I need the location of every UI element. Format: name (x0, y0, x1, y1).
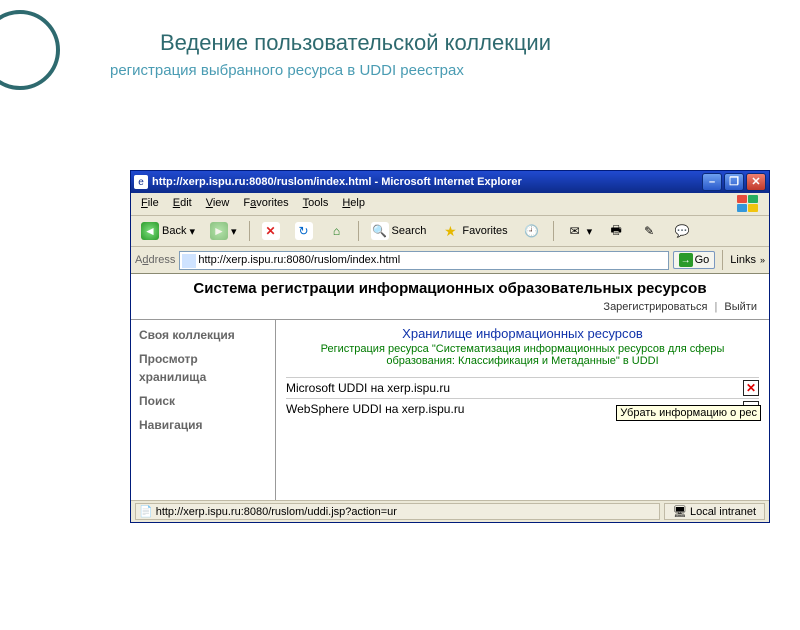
go-label: Go (695, 254, 710, 266)
discuss-button[interactable]: 💬 (667, 219, 697, 243)
toolbar: ◄ Back ▾ ► ▾ ✕ ↻ ⌂ 🔍 Search ★ Favorites … (131, 216, 769, 247)
minimize-button[interactable]: – (702, 173, 722, 191)
main-heading: Хранилище информационных ресурсов (286, 326, 759, 341)
sidebar-item-own-collection[interactable]: Своя коллекция (139, 326, 267, 344)
back-icon: ◄ (141, 222, 159, 240)
menu-favorites[interactable]: Favorites (237, 195, 294, 213)
maximize-button[interactable]: ❐ (724, 173, 744, 191)
home-button[interactable]: ⌂ (322, 219, 352, 243)
registration-text: Регистрация ресурса "Систематизация инфо… (286, 343, 759, 367)
stop-icon: ✕ (262, 222, 280, 240)
address-input[interactable] (179, 251, 668, 270)
search-label: Search (392, 225, 427, 237)
menu-file[interactable]: File (135, 195, 165, 213)
registry-list: Microsoft UDDI на xerp.ispu.ru ✕ WebSphe… (286, 377, 759, 419)
slide-decoration-circle (0, 10, 60, 90)
register-link[interactable]: Зарегистрироваться (603, 301, 707, 313)
menu-tools[interactable]: Tools (297, 195, 335, 213)
sidebar: Своя коллекция Просмотр хранилища Поиск … (131, 320, 276, 500)
go-icon: → (679, 253, 693, 267)
favorites-icon: ★ (441, 222, 459, 240)
favorites-button[interactable]: ★ Favorites (435, 219, 513, 243)
sidebar-item-search[interactable]: Поиск (139, 392, 267, 410)
auth-row: Зарегистрироваться | Выйти (131, 299, 769, 320)
page-icon: 📄 (139, 505, 153, 518)
sidebar-item-browse-storage[interactable]: Просмотр хранилища (139, 350, 267, 386)
back-button[interactable]: ◄ Back ▾ (135, 219, 201, 243)
dropdown-icon: ▾ (231, 225, 237, 238)
menu-view[interactable]: View (200, 195, 236, 213)
links-label[interactable]: Links (730, 254, 756, 266)
media-button[interactable]: 🕘 (517, 219, 547, 243)
dropdown-icon: ▾ (587, 225, 593, 238)
go-button[interactable]: → Go (673, 251, 716, 269)
page-content: Система регистрации информационных образ… (131, 274, 769, 500)
windows-logo-icon (737, 195, 765, 213)
links-chevron-icon[interactable]: » (760, 255, 765, 265)
back-label: Back (162, 225, 186, 237)
refresh-icon: ↻ (295, 222, 313, 240)
tooltip: Убрать информацию о рес (616, 405, 761, 421)
main-panel: Хранилище информационных ресурсов Регист… (276, 320, 769, 500)
sidebar-item-navigation[interactable]: Навигация (139, 416, 267, 434)
slide-subtitle: регистрация выбранного ресурса в UDDI ре… (110, 62, 800, 79)
status-bar: 📄 http://xerp.ispu.ru:8080/ruslom/uddi.j… (131, 500, 769, 522)
status-url: http://xerp.ispu.ru:8080/ruslom/uddi.jsp… (156, 506, 397, 518)
search-button[interactable]: 🔍 Search (365, 219, 433, 243)
menu-help[interactable]: Help (336, 195, 371, 213)
zone-icon: 🖥 (673, 505, 687, 518)
logout-link[interactable]: Выйти (724, 301, 757, 313)
edit-button[interactable]: ✎ (634, 219, 664, 243)
refresh-button[interactable]: ↻ (289, 219, 319, 243)
close-button[interactable]: ✕ (746, 173, 766, 191)
home-icon: ⌂ (328, 222, 346, 240)
stop-button[interactable]: ✕ (256, 219, 286, 243)
ie-icon: e (134, 175, 148, 189)
remove-registry-button[interactable]: ✕ (743, 380, 759, 396)
menu-edit[interactable]: Edit (167, 195, 198, 213)
registry-row: Microsoft UDDI на xerp.ispu.ru ✕ (286, 377, 759, 398)
menu-bar: File Edit View Favorites Tools Help (131, 193, 769, 216)
slide-title: Ведение пользовательской коллекции (160, 30, 800, 56)
dropdown-icon: ▾ (189, 225, 195, 238)
print-button[interactable]: 🖶 (601, 219, 631, 243)
browser-window: e http://xerp.ispu.ru:8080/ruslom/index.… (130, 170, 770, 523)
discuss-icon: 💬 (673, 222, 691, 240)
address-label: Address (135, 254, 175, 266)
print-icon: 🖶 (607, 222, 625, 240)
media-icon: 🕘 (523, 222, 541, 240)
registry-label: Microsoft UDDI на xerp.ispu.ru (286, 381, 739, 395)
edit-icon: ✎ (640, 222, 658, 240)
mail-button[interactable]: ✉▾ (560, 219, 599, 243)
address-bar: Address → Go Links » (131, 247, 769, 274)
forward-icon: ► (210, 222, 228, 240)
page-heading: Система регистрации информационных образ… (131, 274, 769, 299)
window-title: http://xerp.ispu.ru:8080/ruslom/index.ht… (152, 176, 702, 188)
titlebar[interactable]: e http://xerp.ispu.ru:8080/ruslom/index.… (131, 171, 769, 193)
favorites-label: Favorites (462, 225, 507, 237)
mail-icon: ✉ (566, 222, 584, 240)
search-icon: 🔍 (371, 222, 389, 240)
forward-button[interactable]: ► ▾ (204, 219, 243, 243)
zone-label: Local intranet (690, 506, 756, 518)
